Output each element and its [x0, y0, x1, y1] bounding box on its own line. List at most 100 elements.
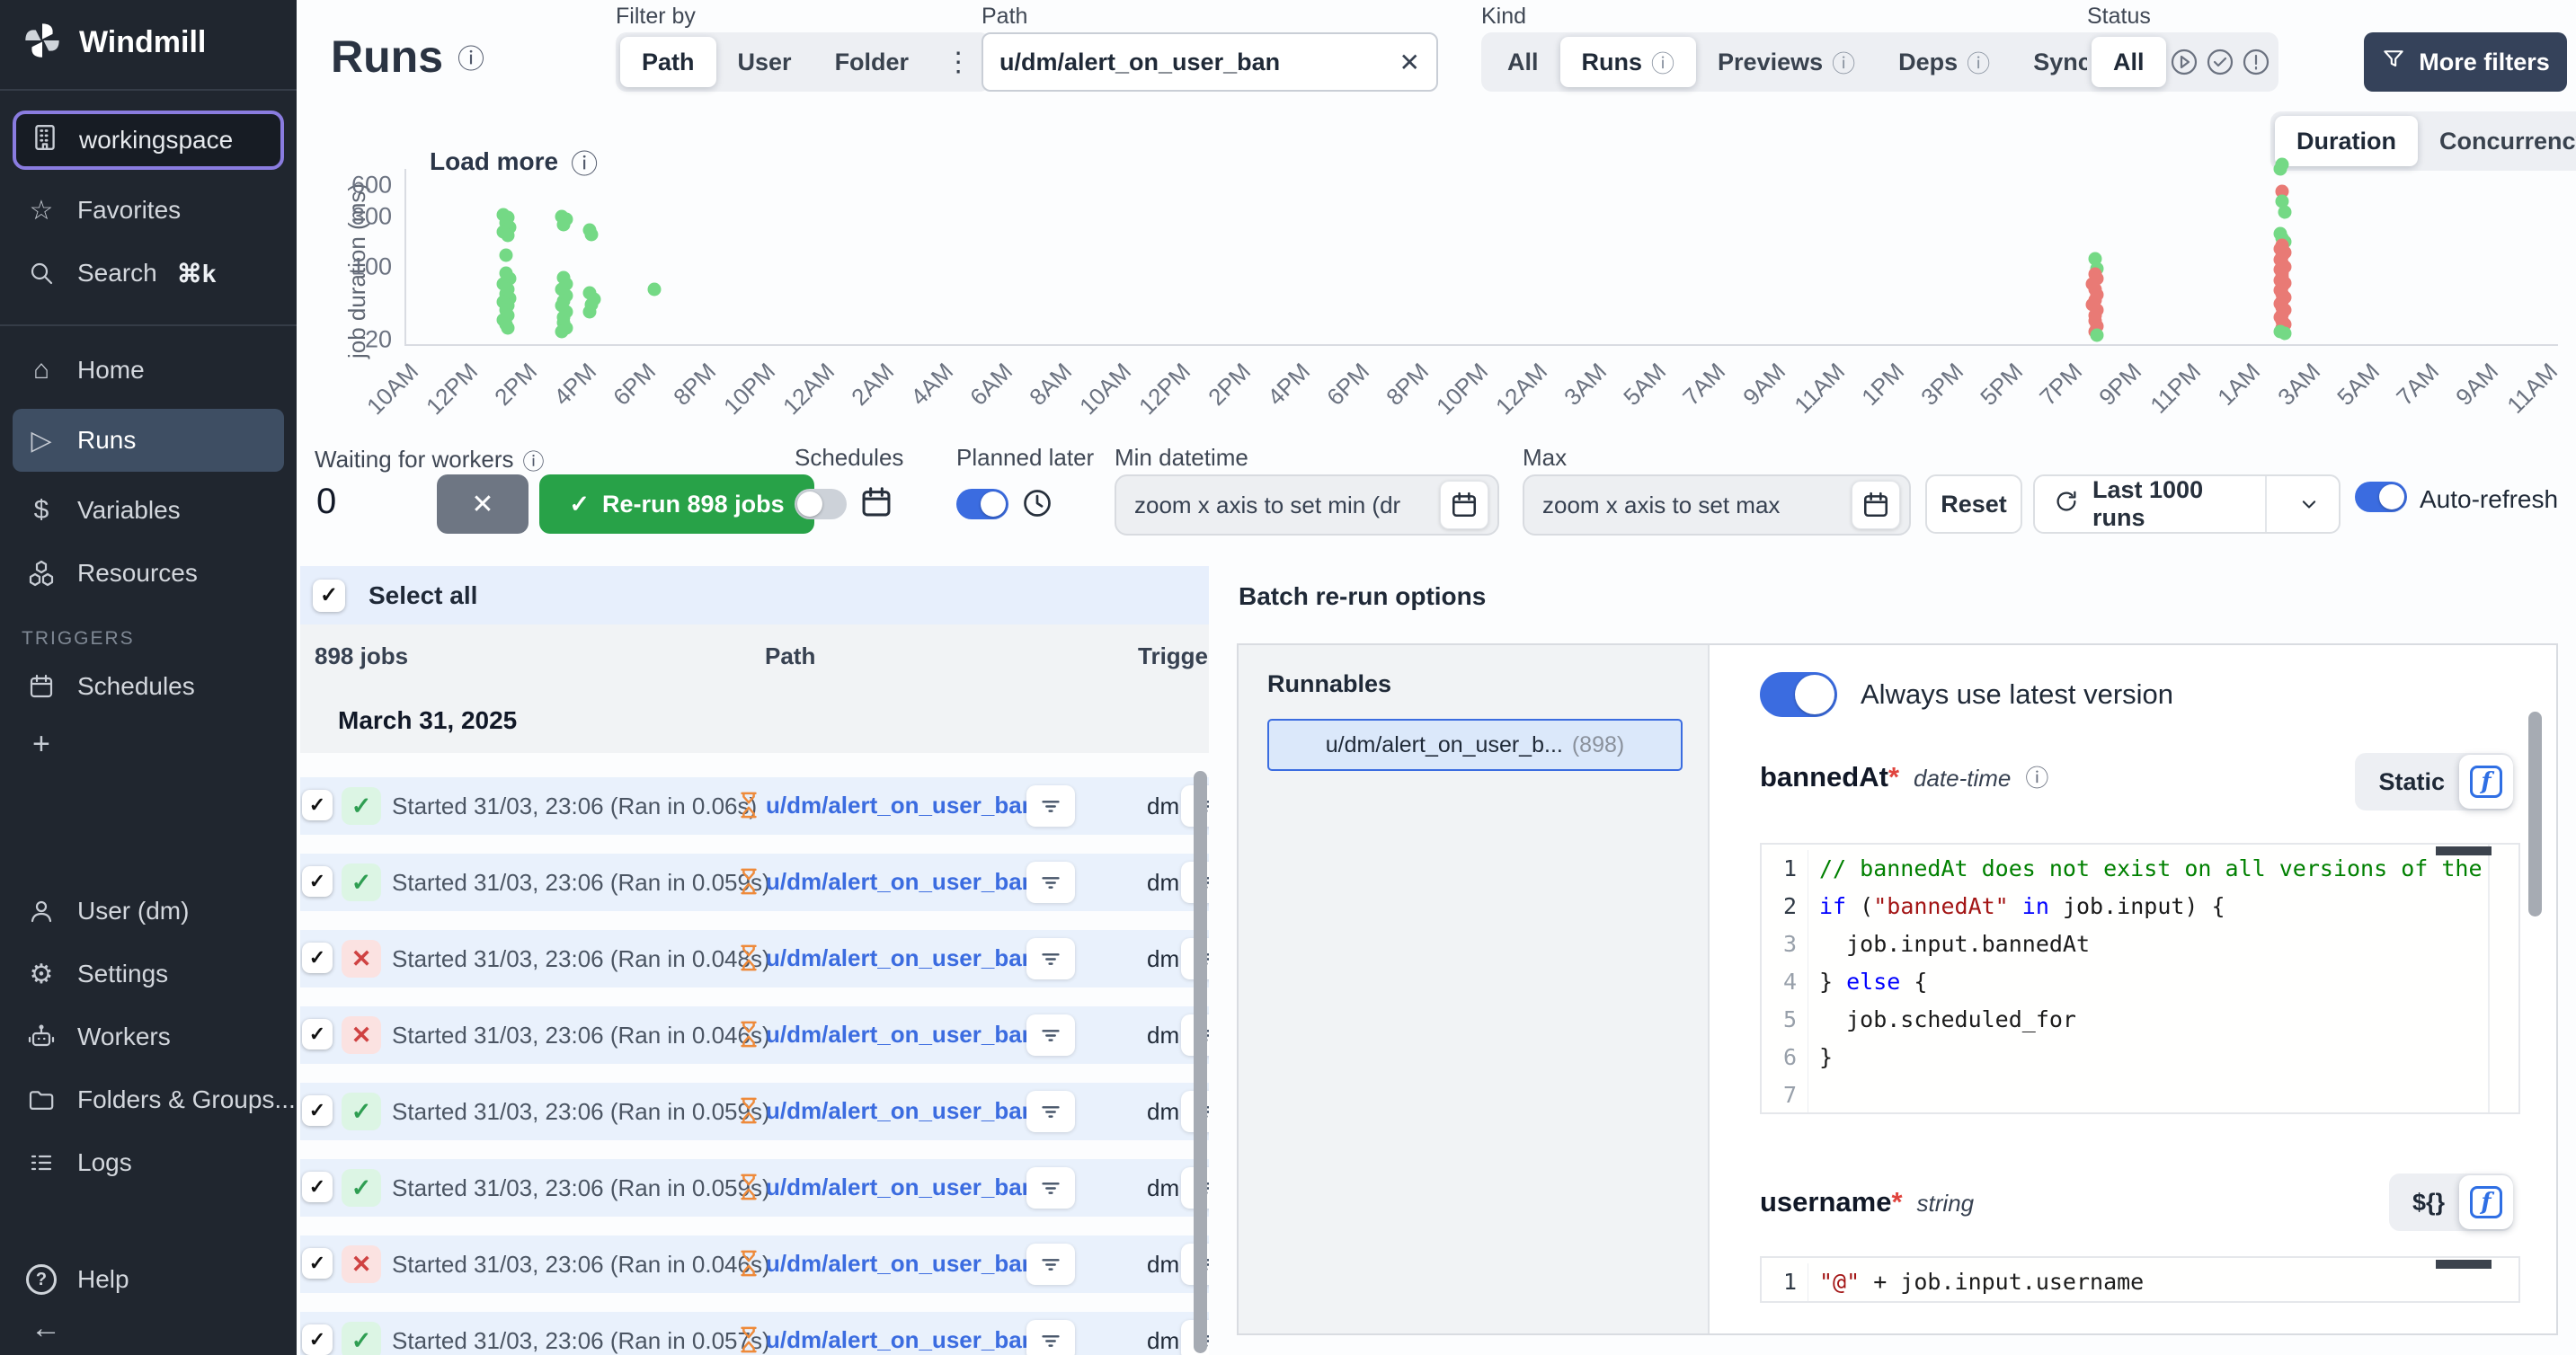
table-row[interactable]: ✓✓Started 31/03, 23:06 (Ran in 0.059s)u/…: [300, 1159, 1209, 1217]
code-content[interactable]: // bannedAt does not exist on all versio…: [1819, 850, 2488, 1114]
scatter-point[interactable]: [2273, 162, 2287, 175]
min-datetime-input[interactable]: [1134, 492, 1440, 519]
scatter-point[interactable]: [499, 249, 512, 262]
tab-concurrency[interactable]: Concurrency: [2418, 116, 2576, 166]
code-content[interactable]: "@" + job.input.username: [1819, 1263, 2488, 1301]
expression-mode-button[interactable]: f: [2459, 755, 2513, 809]
filter-by-path-button[interactable]: [1026, 1014, 1075, 1056]
tab-kind-deps[interactable]: Deps ⓘ: [1877, 37, 2012, 87]
tab-kind-runs[interactable]: Runs ⓘ: [1560, 37, 1697, 87]
path-input[interactable]: [999, 49, 1389, 76]
status-running-icon[interactable]: [2166, 44, 2202, 80]
status-failure-icon[interactable]: [2238, 44, 2274, 80]
username-code-editor[interactable]: 1 "@" + job.input.username: [1760, 1256, 2520, 1303]
clock-icon[interactable]: [1021, 487, 1053, 524]
rerun-jobs-button[interactable]: ✓ Re-run 898 jobs: [539, 474, 814, 534]
tab-kind-previews[interactable]: Previews ⓘ: [1696, 37, 1877, 87]
scatter-point[interactable]: [583, 305, 597, 318]
tab-status-all[interactable]: All: [2092, 37, 2166, 87]
scatter-point[interactable]: [585, 228, 599, 242]
sidebar-item-home[interactable]: ⌂ Home: [0, 339, 297, 402]
filter-by-path-button[interactable]: [1026, 1320, 1075, 1355]
sidebar-item-schedules[interactable]: Schedules: [0, 655, 297, 718]
sidebar-item-variables[interactable]: $ Variables: [0, 479, 297, 542]
sidebar-item-folders-groups[interactable]: Folders & Groups...: [0, 1068, 297, 1131]
row-checkbox[interactable]: ✓: [302, 1324, 333, 1355]
table-row[interactable]: ✓✓Started 31/03, 23:06 (Ran in 0.057s)u/…: [300, 1312, 1209, 1355]
row-checkbox[interactable]: ✓: [302, 1019, 333, 1049]
collapse-sidebar-button[interactable]: ←: [0, 1311, 297, 1355]
scatter-point[interactable]: [2278, 326, 2291, 340]
filter-by-path-button[interactable]: [1026, 785, 1075, 827]
run-path-link[interactable]: u/dm/alert_on_user_ban: [766, 1326, 1036, 1354]
sidebar-item-favorites[interactable]: ☆ Favorites: [0, 179, 297, 242]
bannedat-code-editor[interactable]: 1234567 // bannedAt does not exist on al…: [1760, 843, 2520, 1114]
sidebar-item-runs[interactable]: ▷ Runs: [13, 409, 284, 472]
expression-mode-button[interactable]: f: [2459, 1175, 2513, 1229]
run-path-link[interactable]: u/dm/alert_on_user_ban: [766, 1021, 1036, 1049]
scatter-point[interactable]: [555, 324, 568, 338]
filter-by-path-button[interactable]: [1026, 1091, 1075, 1132]
table-row[interactable]: ✓✕Started 31/03, 23:06 (Ran in 0.046s)u/…: [300, 1006, 1209, 1064]
table-row[interactable]: ✓✕Started 31/03, 23:06 (Ran in 0.048s)u/…: [300, 930, 1209, 987]
sidebar-item-search[interactable]: Search ⌘k: [0, 242, 297, 305]
filter-by-path-button[interactable]: [1026, 938, 1075, 979]
row-checkbox[interactable]: ✓: [302, 1095, 333, 1126]
planned-later-toggle[interactable]: [956, 489, 1008, 519]
filter-by-path-button[interactable]: [1026, 1167, 1075, 1209]
last-runs-button[interactable]: Last 1000 runs: [2033, 474, 2341, 534]
scatter-point[interactable]: [2091, 329, 2104, 342]
scatter-plot[interactable]: [404, 169, 2558, 346]
scatter-point[interactable]: [502, 321, 515, 334]
kebab-menu-icon[interactable]: ⋮: [930, 47, 986, 78]
row-checkbox[interactable]: ✓: [302, 943, 333, 973]
max-datetime-input[interactable]: [1542, 492, 1852, 519]
add-trigger-button[interactable]: +: [0, 718, 297, 770]
latest-version-toggle[interactable]: [1760, 672, 1837, 717]
tab-filter-folder[interactable]: Folder: [813, 37, 931, 87]
row-checkbox[interactable]: ✓: [302, 1248, 333, 1279]
filter-by-path-button[interactable]: [1026, 1244, 1075, 1285]
max-calendar-button[interactable]: [1852, 481, 1900, 529]
scatter-point[interactable]: [647, 283, 661, 297]
sidebar-item-workers[interactable]: Workers: [0, 1005, 297, 1068]
scatter-point[interactable]: [2278, 206, 2291, 219]
reset-button[interactable]: Reset: [1925, 474, 2022, 534]
chevron-down-icon[interactable]: [2279, 492, 2339, 517]
row-checkbox[interactable]: ✓: [302, 790, 333, 820]
calendar-icon[interactable]: [859, 485, 893, 524]
table-row[interactable]: ✓✓Started 31/03, 23:06 (Ran in 0.059s)u/…: [300, 854, 1209, 911]
workspace-switcher[interactable]: workingspace: [13, 111, 284, 170]
static-mode-label[interactable]: Static: [2378, 768, 2445, 796]
filter-by-path-button[interactable]: [1026, 862, 1075, 903]
select-all-checkbox[interactable]: ✓: [313, 580, 345, 612]
scatter-point[interactable]: [502, 229, 515, 243]
scatter-point[interactable]: [557, 217, 571, 231]
template-mode-label[interactable]: ${}: [2412, 1189, 2445, 1217]
run-path-link[interactable]: u/dm/alert_on_user_ban: [766, 868, 1036, 896]
cancel-selection-button[interactable]: ✕: [437, 474, 529, 534]
sidebar-item-resources[interactable]: Resources: [0, 542, 297, 605]
table-row[interactable]: ✓✕Started 31/03, 23:06 (Ran in 0.046s)u/…: [300, 1235, 1209, 1293]
tab-duration[interactable]: Duration: [2275, 116, 2418, 166]
run-path-link[interactable]: u/dm/alert_on_user_ban: [766, 944, 1036, 972]
status-success-icon[interactable]: [2202, 44, 2238, 80]
more-filters-button[interactable]: More filters: [2364, 32, 2567, 92]
run-path-link[interactable]: u/dm/alert_on_user_ban: [766, 1097, 1036, 1125]
table-row[interactable]: ✓✓Started 31/03, 23:06 (Ran in 0.059s)u/…: [300, 1083, 1209, 1140]
table-scrollbar[interactable]: [1194, 771, 1207, 1353]
schedules-toggle[interactable]: [795, 489, 847, 519]
tab-filter-user[interactable]: User: [716, 37, 813, 87]
sidebar-item-logs[interactable]: Logs: [0, 1131, 297, 1194]
run-path-link[interactable]: u/dm/alert_on_user_ban: [766, 792, 1036, 819]
auto-refresh-toggle[interactable]: [2355, 482, 2407, 512]
sidebar-item-user[interactable]: User (dm): [0, 880, 297, 943]
panel-scrollbar[interactable]: [2528, 712, 2542, 917]
run-path-link[interactable]: u/dm/alert_on_user_ban: [766, 1250, 1036, 1278]
sidebar-item-help[interactable]: ? Help: [0, 1248, 297, 1311]
tab-filter-path[interactable]: Path: [620, 37, 716, 87]
runnable-item[interactable]: u/dm/alert_on_user_b... (898): [1267, 719, 1683, 771]
row-checkbox[interactable]: ✓: [302, 1172, 333, 1202]
tab-kind-all[interactable]: All: [1486, 37, 1560, 87]
table-row[interactable]: ✓✓Started 31/03, 23:06 (Ran in 0.06s)u/d…: [300, 777, 1209, 835]
